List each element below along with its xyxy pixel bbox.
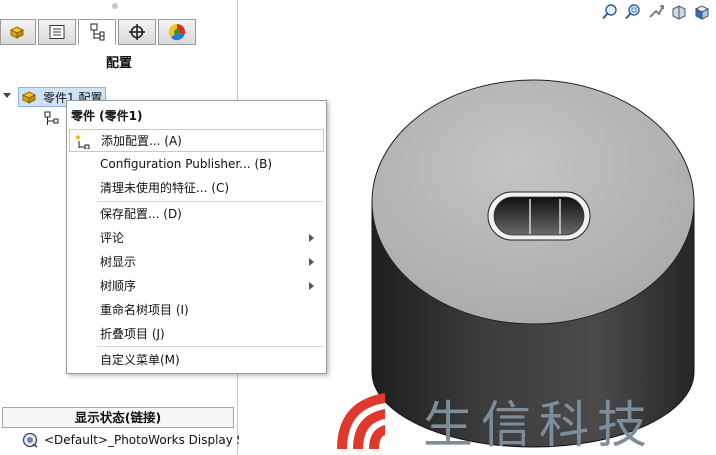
menu-item-label: 树显示 (100, 255, 137, 269)
panel-grip[interactable] (112, 3, 118, 9)
watermark-text: 生信科技 (423, 396, 655, 454)
tab-property-manager[interactable] (38, 19, 76, 45)
configuration-icon (90, 23, 105, 41)
tab-dimxpert-manager[interactable] (118, 19, 156, 45)
menu-item-label: 清理未使用的特征... (C) (100, 181, 230, 195)
menu-item-tree-display[interactable]: 树显示 (69, 250, 324, 273)
menu-item-collapse-items[interactable]: 折叠项目 (J) (69, 322, 324, 345)
menu-item-label: 折叠项目 (J) (100, 327, 165, 341)
menu-item-tree-order[interactable]: 树顺序 (69, 274, 324, 297)
context-menu: 零件 (零件1) 添加配置... (A) Configuration Publi… (66, 100, 327, 374)
property-list-icon (49, 25, 65, 39)
display-state-header[interactable]: 显示状态(链接) (2, 407, 234, 428)
menu-item-label: 评论 (100, 231, 125, 245)
menu-item-save-configuration[interactable]: 保存配置... (D) (69, 202, 324, 225)
tab-feature-manager[interactable] (0, 19, 36, 45)
display-state-icon (22, 432, 38, 448)
menu-item-customize-menu[interactable]: 自定义菜单(M) (69, 348, 324, 371)
watermark-logo-icon (337, 393, 385, 449)
tab-configuration-manager[interactable] (78, 19, 116, 45)
menu-item-configuration-publisher[interactable]: Configuration Publisher... (B) (69, 152, 324, 175)
tree-collapse-arrow-icon[interactable] (3, 93, 11, 98)
menu-item-label: 自定义菜单(M) (100, 353, 180, 367)
display-state-item-label: <Default>_PhotoWorks Display S (44, 433, 245, 447)
submenu-arrow-icon (309, 282, 314, 290)
part-icon (10, 26, 24, 39)
manager-tabs (0, 19, 238, 45)
slot-hole (493, 196, 585, 236)
menu-item-rename-tree-item[interactable]: 重命名树项目 (I) (69, 298, 324, 321)
add-configuration-icon (75, 134, 90, 149)
menu-item-label: Configuration Publisher... (B) (100, 156, 273, 171)
context-menu-header: 零件 (零件1) (71, 109, 143, 123)
menu-item-label: 树顺序 (100, 279, 137, 293)
menu-separator (97, 346, 323, 347)
tree-item-configuration[interactable] (44, 111, 60, 130)
tab-display-manager[interactable] (158, 19, 196, 45)
watermark: 生信科技 (335, 385, 655, 455)
submenu-arrow-icon (309, 258, 314, 266)
menu-item-label: 重命名树项目 (I) (100, 303, 189, 317)
menu-item-label: 保存配置... (D) (100, 207, 182, 221)
panel-title: 配置 (105, 56, 132, 71)
crosshair-icon (129, 24, 145, 40)
part-icon (22, 91, 36, 104)
menu-item-add-configuration[interactable]: 添加配置... (A) (69, 129, 324, 152)
menu-item-label: 添加配置... (A) (101, 134, 182, 148)
display-state-item[interactable]: <Default>_PhotoWorks Display S (22, 432, 244, 448)
submenu-arrow-icon (309, 234, 314, 242)
menu-item-comment[interactable]: 评论 (69, 226, 324, 249)
menu-item-clean-unused-features[interactable]: 清理未使用的特征... (C) (69, 176, 324, 199)
configuration-icon (44, 111, 59, 125)
appearance-icon (168, 23, 186, 41)
